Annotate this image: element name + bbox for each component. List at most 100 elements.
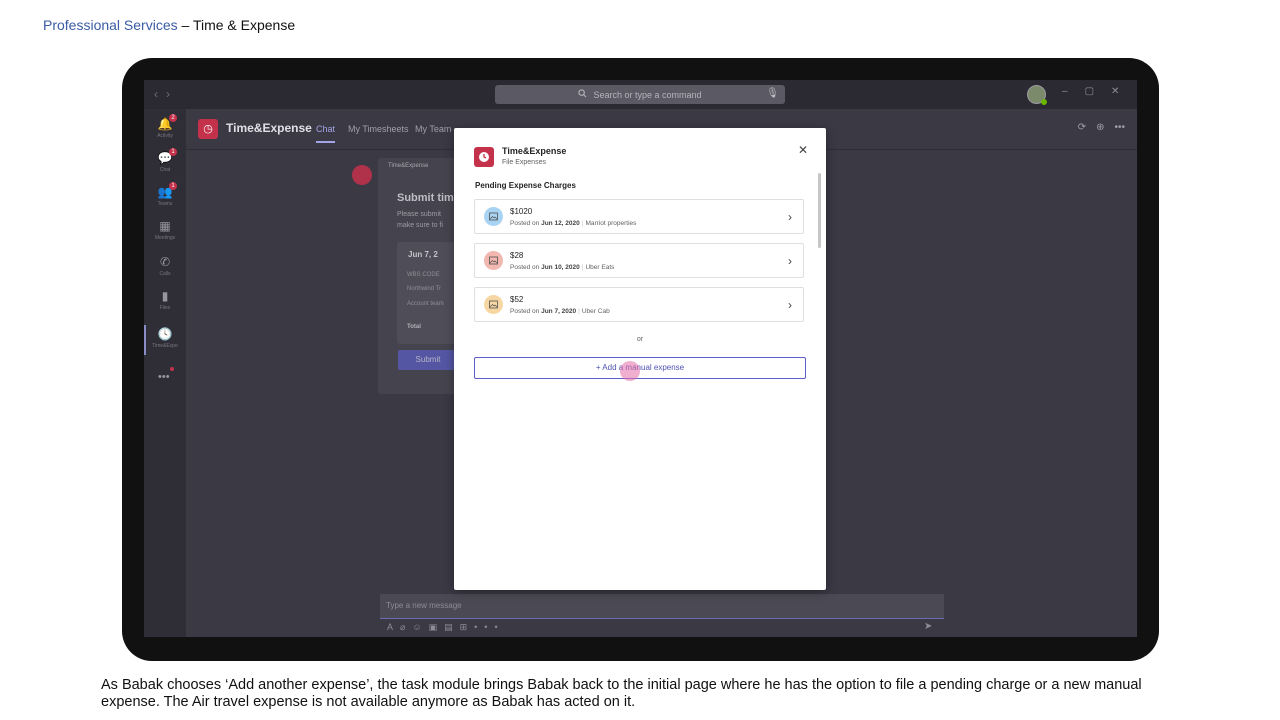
header-actions: ⟳ ⊕ •••: [1078, 122, 1125, 133]
expense-card[interactable]: $52 Posted on Jun 7, 2020 | Uber Cab ›: [474, 287, 804, 322]
teams-icon: 👥: [157, 185, 173, 199]
dialog-title: Time&Expense: [502, 146, 567, 156]
slide-caption: As Babak chooses ‘Add another expense’, …: [101, 677, 1142, 710]
tab-chat[interactable]: Chat: [316, 124, 336, 143]
send-icon[interactable]: ➤: [924, 621, 932, 632]
title-bar: ‹› Search or type a command 🎙 – ▢ ✕: [144, 80, 1137, 109]
card-description: Please submit make sure to fi: [397, 209, 443, 231]
globe-icon[interactable]: ⊕: [1096, 122, 1104, 133]
compose-box[interactable]: Type a new message: [380, 594, 944, 619]
phone-icon: ✆: [159, 255, 171, 269]
add-manual-expense-button[interactable]: + Add a manual expense: [474, 357, 806, 379]
bot-avatar: [352, 165, 372, 185]
rail-label: Files: [159, 305, 171, 311]
card-line: Northwind Tr: [407, 286, 442, 292]
bell-icon: 🔔: [157, 117, 173, 131]
search-placeholder: Search or type a command: [593, 89, 702, 100]
card-description-line: Please submit: [397, 211, 441, 218]
file-icon: ▮: [161, 289, 169, 303]
nav-arrows[interactable]: ‹›: [154, 87, 178, 101]
expense-date: Jun 10, 2020: [541, 264, 580, 271]
app-name: Time&Expense: [226, 121, 312, 135]
card-code: WBS CODE: [407, 272, 440, 278]
expense-merchant: Marriot properties: [585, 220, 637, 227]
minimize-icon[interactable]: –: [1062, 86, 1068, 97]
card-description-line: make sure to fi: [397, 222, 443, 229]
expense-date: Jun 7, 2020: [541, 308, 577, 315]
expense-card[interactable]: $28 Posted on Jun 10, 2020 | Uber Eats ›: [474, 243, 804, 278]
tab-my-team[interactable]: My Team: [415, 124, 451, 134]
rail-label: Time&Expe: [152, 343, 178, 349]
expense-meta: Posted on Jun 10, 2020 | Uber Eats: [510, 264, 614, 271]
chevron-right-icon: ›: [788, 210, 792, 224]
compose-placeholder: Type a new message: [386, 601, 462, 610]
close-icon[interactable]: ✕: [797, 144, 809, 156]
window-controls: – ▢ ✕: [1062, 86, 1119, 97]
receipt-image-icon: [484, 295, 503, 314]
section-heading: Pending Expense Charges: [475, 181, 576, 190]
search-icon: [578, 89, 587, 100]
click-indicator: [620, 361, 640, 381]
expense-amount: $52: [510, 295, 524, 304]
app-rail: 🔔 2 Activity 💬 1 Chat 👥 1 Teams ▦ Meetin…: [144, 109, 186, 637]
rail-label: Meetings: [154, 235, 176, 241]
rail-item-calls[interactable]: ✆ Calls: [144, 251, 186, 285]
activity-badge: 2: [169, 114, 177, 122]
card-title: Submit tim: [397, 192, 454, 204]
chat-icon: 💬: [157, 151, 173, 165]
expense-date: Jun 12, 2020: [541, 220, 580, 227]
rail-item-chat[interactable]: 💬 1 Chat: [144, 147, 186, 181]
posted-on-label: Posted on: [510, 264, 540, 271]
teams-badge: 1: [169, 182, 177, 190]
expense-amount: $28: [510, 251, 524, 260]
rail-item-files[interactable]: ▮ Files: [144, 285, 186, 319]
rail-item-time-expense[interactable]: 🕓 Time&Expe: [144, 323, 186, 357]
tab-my-timesheets[interactable]: My Timesheets: [348, 124, 409, 134]
rail-item-meetings[interactable]: ▦ Meetings: [144, 215, 186, 249]
microphone-icon[interactable]: 🎙: [766, 88, 779, 99]
card-total: Total: [407, 324, 421, 330]
receipt-image-icon: [484, 251, 503, 270]
slide-title: Professional Services – Time & Expense: [43, 17, 295, 33]
app-logo-icon: ◷: [198, 119, 218, 139]
more-options-icon[interactable]: •••: [1114, 122, 1125, 133]
rail-label: Calls: [159, 271, 171, 277]
refresh-icon[interactable]: ⟳: [1078, 122, 1086, 133]
posted-on-label: Posted on: [510, 308, 540, 315]
separator: |: [581, 264, 584, 271]
dialog-subtitle: File Expenses: [502, 159, 546, 166]
rail-label: Chat: [159, 167, 171, 173]
app-logo-icon: [474, 147, 494, 167]
task-module-dialog: Time&Expense File Expenses ✕ Pending Exp…: [454, 128, 826, 590]
expense-merchant: Uber Cab: [581, 308, 610, 315]
search-input[interactable]: Search or type a command 🎙: [495, 85, 785, 104]
or-divider: or: [636, 336, 644, 343]
maximize-icon[interactable]: ▢: [1085, 86, 1094, 97]
chevron-right-icon: ›: [788, 298, 792, 312]
card-line: Account team: [407, 301, 444, 307]
compose-toolbar[interactable]: A⌀☺▣▤⊞•••: [387, 622, 505, 633]
slide-title-sep: –: [177, 17, 193, 33]
card-date: Jun 7, 2: [408, 250, 438, 259]
submit-button[interactable]: Submit: [398, 350, 458, 370]
separator: |: [578, 308, 580, 315]
rail-item-teams[interactable]: 👥 1 Teams: [144, 181, 186, 215]
user-avatar[interactable]: [1027, 85, 1047, 105]
receipt-image-icon: [484, 207, 503, 226]
rail-label: Teams: [157, 201, 173, 207]
expense-merchant: Uber Eats: [585, 264, 615, 271]
message-sender: Time&Expense: [388, 163, 429, 169]
rail-label: Activity: [157, 133, 173, 139]
separator: |: [581, 220, 584, 227]
chat-badge: 1: [169, 148, 177, 156]
more-apps-icon[interactable]: •••: [158, 367, 174, 383]
close-window-icon[interactable]: ✕: [1111, 86, 1119, 97]
chevron-right-icon: ›: [788, 254, 792, 268]
rail-item-activity[interactable]: 🔔 2 Activity: [144, 113, 186, 147]
slide-title-prefix: Professional Services: [43, 17, 178, 33]
slide-title-suffix: Time & Expense: [192, 17, 296, 33]
expense-card[interactable]: $1020 Posted on Jun 12, 2020 | Marriot pro…: [474, 199, 804, 234]
expense-meta: Posted on Jun 12, 2020 | Marriot propertie…: [510, 220, 636, 227]
scrollbar[interactable]: [818, 173, 821, 248]
expense-amount: $1020: [510, 207, 533, 216]
